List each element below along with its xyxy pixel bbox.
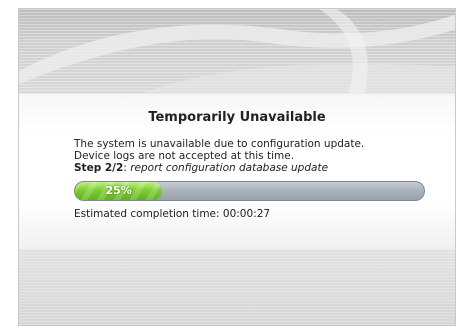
- logs-message: Device logs are not accepted at this tim…: [74, 150, 295, 162]
- header-banner: [19, 9, 455, 94]
- banner-swoosh-graphic: [19, 9, 455, 94]
- status-page: Temporarily Unavailable The system is un…: [18, 8, 456, 326]
- footer-area: [19, 249, 455, 325]
- step-description: report configuration database update: [130, 162, 329, 174]
- status-message: The system is unavailable due to configu…: [74, 138, 365, 150]
- estimated-completion: Estimated completion time: 00:00:27: [74, 208, 270, 220]
- eta-value: 00:00:27: [222, 208, 271, 220]
- page-title: Temporarily Unavailable: [148, 110, 326, 125]
- step-label: Step 2/2: [74, 162, 124, 174]
- progress-percent-label: 25%: [105, 184, 132, 197]
- step-line: Step 2/2: report configuration database …: [74, 162, 328, 174]
- progress-bar: 25%: [74, 181, 425, 201]
- status-panel: Temporarily Unavailable The system is un…: [19, 94, 455, 249]
- eta-label: Estimated completion time:: [74, 208, 223, 220]
